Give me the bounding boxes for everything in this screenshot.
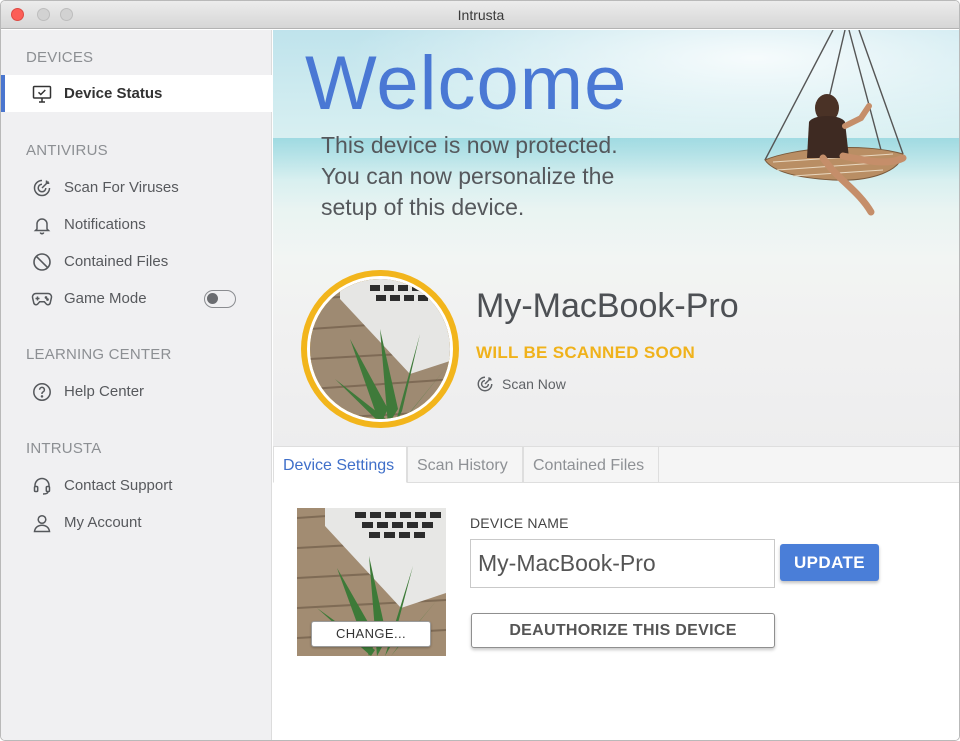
section-heading-antivirus: ANTIVIRUS [26,142,108,159]
device-photo [307,276,453,422]
sidebar-item-label: Notifications [64,216,146,233]
device-settings-panel: CHANGE... DEVICE NAME UPDATE DEAUTHORIZE… [273,483,959,740]
device-name-heading: My-MacBook-Pro [476,287,739,325]
target-scan-icon [31,177,53,199]
update-button[interactable]: UPDATE [780,544,879,581]
sidebar-item-label: Game Mode [64,290,147,307]
sidebar-item-scan-for-viruses[interactable]: Scan For Viruses [1,169,272,206]
target-scan-icon [477,376,493,392]
tab-bar: Device Settings Scan History Contained F… [273,446,959,483]
tab-contained-files[interactable]: Contained Files [523,446,659,483]
game-mode-toggle[interactable] [204,289,236,308]
tagline-line: You can now personalize the [321,163,615,189]
sidebar: DEVICES Device Status ANTIVIRUS Scan For… [1,30,272,740]
window-title: Intrusta [457,7,505,23]
sidebar-item-label: Contained Files [64,253,169,270]
sidebar-item-label: Device Status [64,85,163,102]
sidebar-item-my-account[interactable]: My Account [1,504,272,541]
welcome-heading: Welcome [305,41,628,126]
user-icon [31,512,53,534]
sidebar-item-notifications[interactable]: Notifications [1,206,272,243]
device-name-label: DEVICE NAME [470,515,569,531]
deauthorize-device-button[interactable]: DEAUTHORIZE THIS DEVICE [471,613,775,648]
welcome-hero: Welcome This device is now protected. Yo… [273,30,959,446]
sidebar-item-game-mode[interactable]: Game Mode [1,280,272,317]
sidebar-item-label: Contact Support [64,477,173,494]
device-avatar [301,270,459,428]
scan-status-text: WILL BE SCANNED SOON [476,343,696,362]
question-circle-icon [31,381,53,403]
bell-icon [31,214,53,236]
prohibited-icon [31,251,53,273]
sidebar-item-label: My Account [64,514,142,531]
sidebar-item-label: Help Center [64,383,145,400]
tagline-line: setup of this device. [321,194,525,220]
section-heading-intrusta: INTRUSTA [26,440,102,457]
welcome-tagline: This device is now protected. You can no… [321,130,681,223]
gamepad-icon [31,288,53,310]
sidebar-item-label: Scan For Viruses [64,179,179,196]
headset-icon [31,475,53,497]
scan-now-label: Scan Now [502,376,566,392]
tab-device-settings[interactable]: Device Settings [273,446,407,483]
change-image-button[interactable]: CHANGE... [311,621,431,647]
title-bar: Intrusta [1,1,959,29]
tab-scan-history[interactable]: Scan History [407,446,523,483]
toggle-knob [207,292,218,304]
sidebar-item-help-center[interactable]: Help Center [1,373,272,410]
sidebar-item-contact-support[interactable]: Contact Support [1,467,272,504]
section-heading-devices: DEVICES [26,49,94,66]
tagline-line: This device is now protected. [321,132,618,158]
scan-now-link[interactable]: Scan Now [476,375,566,393]
section-heading-learning-center: LEARNING CENTER [26,346,172,363]
sidebar-item-contained-files[interactable]: Contained Files [1,243,272,280]
app-window: Intrusta DEVICES Device Status ANTIVIRUS… [0,0,960,741]
beach-swing-illustration [764,30,907,216]
sidebar-item-device-status[interactable]: Device Status [1,75,272,112]
monitor-check-icon [31,83,53,105]
device-name-input[interactable] [470,539,775,588]
